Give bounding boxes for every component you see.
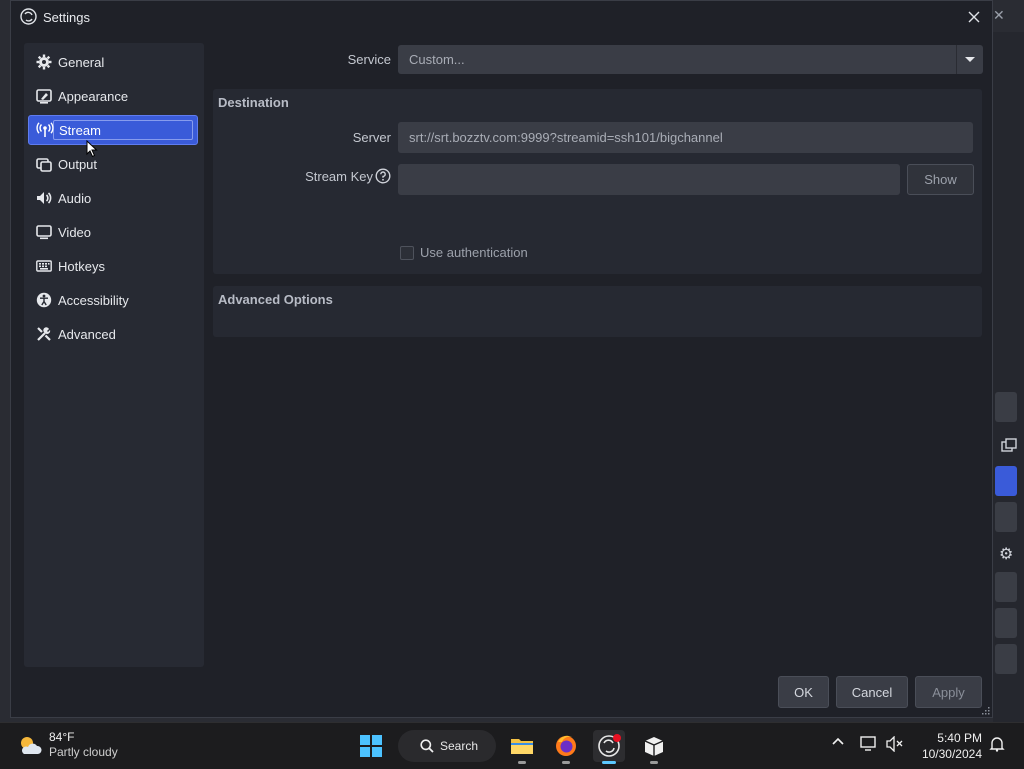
sidebar-item-label: General bbox=[58, 54, 105, 70]
sidebar-item-label: Hotkeys bbox=[58, 258, 105, 274]
keyboard-icon bbox=[35, 257, 53, 275]
server-label: Server bbox=[352, 130, 391, 145]
stream-key-label: Stream Key bbox=[305, 169, 373, 184]
sidebar-item-label: Output bbox=[58, 156, 98, 172]
background-dock-button[interactable] bbox=[995, 392, 1017, 422]
server-input[interactable]: srt://srt.bozztv.com:9999?streamid=ssh10… bbox=[398, 122, 973, 153]
background-dock-button[interactable] bbox=[995, 608, 1017, 638]
resize-grip-icon[interactable] bbox=[981, 706, 990, 715]
service-dropdown[interactable]: Custom... bbox=[398, 45, 983, 74]
sidebar-item-label: Accessibility bbox=[58, 292, 129, 308]
chevron-up-icon[interactable] bbox=[831, 736, 845, 746]
background-dock-active-button[interactable] bbox=[995, 466, 1017, 496]
package-icon bbox=[643, 735, 665, 757]
sidebar-item-label: Video bbox=[58, 224, 92, 240]
show-key-button[interactable]: Show bbox=[907, 164, 974, 195]
server-value: srt://srt.bozztv.com:9999?streamid=ssh10… bbox=[409, 130, 723, 145]
background-dock-button[interactable] bbox=[995, 502, 1017, 532]
sidebar-item-hotkeys[interactable]: Hotkeys bbox=[28, 251, 198, 281]
cancel-button[interactable]: Cancel bbox=[836, 676, 908, 708]
advanced-options-group: Advanced Options bbox=[213, 286, 982, 337]
partly-cloudy-icon bbox=[17, 734, 43, 756]
titlebar: Settings bbox=[11, 1, 992, 33]
sidebar-item-accessibility[interactable]: Accessibility bbox=[28, 285, 198, 315]
help-icon[interactable] bbox=[375, 168, 391, 184]
weather-widget[interactable]: 84°F Partly cloudy bbox=[17, 730, 118, 760]
appearance-icon bbox=[35, 87, 53, 105]
background-close-icon[interactable]: ✕ bbox=[993, 7, 1005, 24]
package-app-button[interactable] bbox=[638, 730, 670, 764]
running-indicator bbox=[650, 761, 658, 764]
running-indicator bbox=[518, 761, 526, 764]
background-dock-button[interactable] bbox=[995, 572, 1017, 602]
dropdown-separator bbox=[956, 45, 957, 74]
output-icon bbox=[35, 155, 53, 173]
notification-icon[interactable] bbox=[989, 736, 1005, 752]
running-indicator bbox=[602, 761, 616, 764]
ok-button[interactable]: OK bbox=[778, 676, 829, 708]
monitor-icon bbox=[35, 223, 53, 241]
obs-studio-button[interactable] bbox=[593, 730, 625, 764]
file-explorer-button[interactable] bbox=[506, 730, 538, 764]
weather-temperature: 84°F bbox=[49, 730, 75, 744]
windows-taskbar: 84°F Partly cloudy Search 5:40 PM 10/30/… bbox=[0, 722, 1024, 769]
start-button[interactable] bbox=[355, 730, 387, 762]
speaker-muted-icon[interactable] bbox=[886, 736, 904, 752]
sidebar-item-label: Advanced bbox=[58, 326, 116, 342]
sidebar-item-appearance[interactable]: Appearance bbox=[28, 81, 198, 111]
search-label: Search bbox=[440, 739, 479, 753]
firefox-icon bbox=[554, 734, 578, 758]
system-clock[interactable]: 5:40 PM 10/30/2024 bbox=[914, 730, 982, 762]
gear-icon bbox=[35, 53, 53, 71]
advanced-options-title[interactable]: Advanced Options bbox=[218, 292, 333, 307]
service-value: Custom... bbox=[409, 52, 465, 67]
clock-date: 10/30/2024 bbox=[921, 747, 982, 761]
service-label: Service bbox=[347, 52, 391, 67]
use-authentication-label[interactable]: Use authentication bbox=[420, 245, 528, 260]
obs-logo-icon bbox=[20, 8, 37, 25]
clock-time: 5:40 PM bbox=[937, 731, 982, 745]
weather-description: Partly cloudy bbox=[49, 745, 118, 759]
stream-key-input[interactable] bbox=[398, 164, 900, 195]
speaker-icon bbox=[35, 189, 53, 207]
sidebar-item-stream[interactable]: Stream bbox=[28, 115, 198, 145]
running-indicator bbox=[562, 761, 570, 764]
sidebar-item-general[interactable]: General bbox=[28, 47, 198, 77]
accessibility-icon bbox=[35, 291, 53, 309]
window-restore-icon[interactable] bbox=[1001, 438, 1017, 452]
close-icon[interactable] bbox=[962, 5, 986, 29]
firefox-button[interactable] bbox=[550, 730, 582, 764]
background-dock-panel: ⚙ bbox=[993, 32, 1024, 722]
sidebar-item-label: Audio bbox=[58, 190, 92, 206]
obs-logo-icon bbox=[597, 734, 621, 758]
tools-icon bbox=[35, 325, 53, 343]
sidebar-item-advanced[interactable]: Advanced bbox=[28, 319, 198, 349]
destination-title: Destination bbox=[218, 95, 289, 110]
folder-icon bbox=[510, 736, 534, 756]
search-icon bbox=[420, 739, 434, 753]
background-dock-button[interactable] bbox=[995, 644, 1017, 674]
sidebar-item-label: Appearance bbox=[58, 88, 129, 104]
settings-sidebar: General Appearance Stream Output Audio V… bbox=[24, 43, 204, 667]
settings-dialog: Settings General Appearance Stream Outpu… bbox=[10, 0, 993, 718]
dialog-title: Settings bbox=[43, 10, 90, 25]
broadcast-icon bbox=[36, 121, 54, 139]
chevron-down-icon bbox=[964, 56, 976, 63]
sidebar-item-audio[interactable]: Audio bbox=[28, 183, 198, 213]
gear-icon[interactable]: ⚙ bbox=[999, 544, 1013, 564]
apply-button[interactable]: Apply bbox=[915, 676, 982, 708]
taskbar-search-button[interactable]: Search bbox=[398, 730, 496, 762]
use-authentication-checkbox[interactable] bbox=[400, 246, 414, 260]
sidebar-item-video[interactable]: Video bbox=[28, 217, 198, 247]
display-icon[interactable] bbox=[860, 736, 878, 752]
focus-outline bbox=[53, 120, 193, 140]
sidebar-item-output[interactable]: Output bbox=[28, 149, 198, 179]
mouse-cursor-icon bbox=[86, 140, 98, 158]
